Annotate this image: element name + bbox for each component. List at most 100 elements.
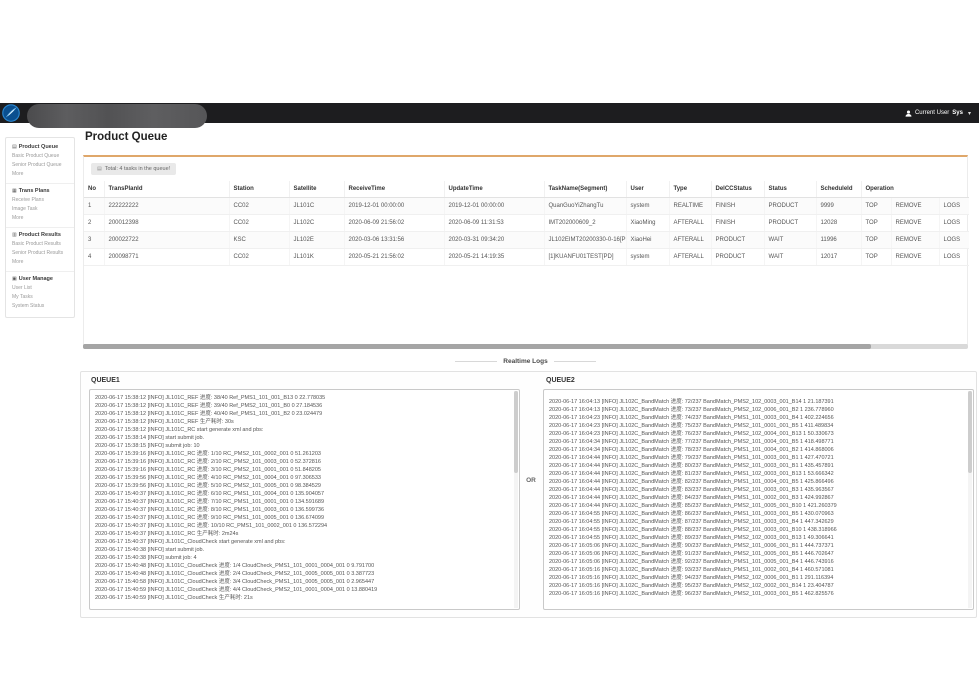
- table-body: 1222222222CC02JL101C2019-12-01 00:00:002…: [84, 198, 969, 266]
- log-line: 2020-06-17 15:40:59 [INFO] JL101C_CloudC…: [95, 586, 509, 594]
- cell-status: PRODUCT: [764, 215, 816, 232]
- sidebar-item-more[interactable]: More: [12, 259, 68, 265]
- cell-update-time: 2020-06-09 11:31:53: [444, 215, 544, 232]
- log-line: 2020-06-17 15:40:37 [INFO] JL101C_RC 进度:…: [95, 490, 509, 498]
- sidebar-section-toggle-trans-plans[interactable]: ▦Trans Plans: [12, 188, 68, 194]
- remove-link[interactable]: REMOVE: [891, 249, 939, 266]
- sidebar-section: ▣User Manage User List My Tasks System Stat…: [6, 271, 74, 315]
- logs-link[interactable]: LOGS: [939, 215, 969, 232]
- remove-link[interactable]: REMOVE: [891, 232, 939, 249]
- log-line: 2020-06-17 16:04:55 [INFO] JL102C_BandMa…: [549, 510, 963, 518]
- cell-delcc-status: FINISH: [711, 215, 764, 232]
- sidebar-section-toggle-product-results[interactable]: ▥Product Results: [12, 232, 68, 238]
- user-menu[interactable]: Current User Sys ▾: [905, 103, 971, 123]
- sidebar-item-user-list[interactable]: User List: [12, 285, 68, 291]
- queue2-scrollbar-thumb[interactable]: [968, 391, 972, 473]
- log-line: 2020-06-17 15:38:12 [INFO] JL101C_REF 生产…: [95, 418, 509, 426]
- sidebar-item-receive-plans[interactable]: Receive Plans: [12, 197, 68, 203]
- cell-no: 1: [84, 198, 104, 215]
- cell-no: 3: [84, 232, 104, 249]
- sidebar-section-title: Trans Plans: [19, 188, 50, 194]
- cell-user: XiaoHei: [626, 232, 669, 249]
- log-line: 2020-06-17 16:05:16 [INFO] JL102C_BandMa…: [549, 574, 963, 582]
- cell-satellite: JL101K: [289, 249, 344, 266]
- log-line: 2020-06-17 15:38:15 [INFO] submit job: 1…: [95, 442, 509, 450]
- cell-trans-plan-id: 200022722: [104, 232, 229, 249]
- cell-receive-time: 2019-12-01 00:00:00: [344, 198, 444, 215]
- queue2-label: QUEUE2: [546, 377, 575, 384]
- queue2-scrollbar[interactable]: [968, 391, 972, 608]
- log-line: 2020-06-17 15:39:16 [INFO] JL101C_RC 进度:…: [95, 466, 509, 474]
- top-link[interactable]: TOP: [861, 215, 891, 232]
- sidebar-item-senior-product-results[interactable]: Senior Product Results: [12, 250, 68, 256]
- top-link[interactable]: TOP: [861, 198, 891, 215]
- log-line: 2020-06-17 16:04:44 [INFO] JL102C_BandMa…: [549, 454, 963, 462]
- cell-type: AFTERALL: [669, 232, 711, 249]
- log-line: 2020-06-17 15:39:56 [INFO] JL101C_RC 进度:…: [95, 474, 509, 482]
- cell-type: AFTERALL: [669, 249, 711, 266]
- log-line: 2020-06-17 16:04:44 [INFO] JL102C_BandMa…: [549, 502, 963, 510]
- cell-station: KSC: [229, 232, 289, 249]
- app-logo-icon[interactable]: [2, 104, 20, 122]
- column-header-station: Station: [229, 181, 289, 198]
- cell-update-time: 2019-12-01 00:00:00: [444, 198, 544, 215]
- remove-link[interactable]: REMOVE: [891, 215, 939, 232]
- log-line: 2020-06-17 15:38:14 [INFO] start submit …: [95, 434, 509, 442]
- sidebar-item-basic-product-results[interactable]: Basic Product Results: [12, 241, 68, 247]
- column-header-satellite: Satellite: [289, 181, 344, 198]
- sidebar: ▤Product Queue Basic Product Queue Senior …: [5, 137, 75, 318]
- logs-link[interactable]: LOGS: [939, 198, 969, 215]
- sidebar-item-basic-product-queue[interactable]: Basic Product Queue: [12, 153, 68, 159]
- log-line: 2020-06-17 15:39:56 [INFO] JL101C_RC 进度:…: [95, 482, 509, 490]
- log-line: 2020-06-17 16:04:23 [INFO] JL102C_BandMa…: [549, 414, 963, 422]
- log-line: 2020-06-17 16:05:16 [INFO] JL102C_BandMa…: [549, 566, 963, 574]
- cell-user: system: [626, 198, 669, 215]
- logs-link[interactable]: LOGS: [939, 232, 969, 249]
- sidebar-item-more[interactable]: More: [12, 215, 68, 221]
- cell-schedule-id: 12017: [816, 249, 861, 266]
- sidebar-item-image-task[interactable]: Image Task: [12, 206, 68, 212]
- table-scrollbar-thumb[interactable]: [83, 344, 871, 349]
- product-queue-table: NoTransPlanIdStationSatelliteReceiveTime…: [84, 181, 969, 266]
- log-line: 2020-06-17 16:05:06 [INFO] JL102C_BandMa…: [549, 550, 963, 558]
- log-line: 2020-06-17 15:40:58 [INFO] JL101C_CloudC…: [95, 578, 509, 586]
- sidebar-section-toggle-product-queue[interactable]: ▤Product Queue: [12, 144, 68, 150]
- column-header-scheduleid: ScheduleId: [816, 181, 861, 198]
- sidebar-section-toggle-user-manage[interactable]: ▣User Manage: [12, 276, 68, 282]
- sidebar-item-system-status[interactable]: System Status: [12, 303, 68, 309]
- logs-link[interactable]: LOGS: [939, 249, 969, 266]
- table-horizontal-scrollbar[interactable]: [83, 344, 968, 349]
- queue1-scrollbar[interactable]: [514, 391, 518, 608]
- cell-schedule-id: 11996: [816, 232, 861, 249]
- log-line: 2020-06-17 16:04:34 [INFO] JL102C_BandMa…: [549, 446, 963, 454]
- navbar-brand-redacted: [27, 104, 207, 128]
- page: Current User Sys ▾ ▤Product Queue Basic P…: [0, 0, 979, 695]
- log-line: 2020-06-17 15:38:12 [INFO] JL101C_REF 进度…: [95, 402, 509, 410]
- log-line: 2020-06-17 15:40:38 [INFO] submit job: 4: [95, 554, 509, 562]
- sidebar-item-senior-product-queue[interactable]: Senior Product Queue: [12, 162, 68, 168]
- log-line: 2020-06-17 16:04:44 [INFO] JL102C_BandMa…: [549, 494, 963, 502]
- log-line: 2020-06-17 15:40:38 [INFO] start submit …: [95, 546, 509, 554]
- cell-satellite: JL101C: [289, 198, 344, 215]
- sidebar-section: ▦Trans Plans Receive Plans Image Task More: [6, 183, 74, 227]
- cell-satellite: JL102C: [289, 215, 344, 232]
- log-line: 2020-06-17 16:04:13 [INFO] JL102C_BandMa…: [549, 406, 963, 414]
- page-title: Product Queue: [85, 131, 167, 143]
- cell-trans-plan-id: 222222222: [104, 198, 229, 215]
- top-link[interactable]: TOP: [861, 249, 891, 266]
- cell-update-time: 2020-05-21 14:19:35: [444, 249, 544, 266]
- cell-task-name: [1]KUANFU01TEST[PD]: [544, 249, 626, 266]
- file-icon: ▥: [12, 232, 17, 238]
- cell-station: CC02: [229, 215, 289, 232]
- sidebar-section-title: Product Results: [19, 232, 61, 238]
- sidebar-item-my-tasks[interactable]: My Tasks: [12, 294, 68, 300]
- top-link[interactable]: TOP: [861, 232, 891, 249]
- column-header-receivetime: ReceiveTime: [344, 181, 444, 198]
- sidebar-item-more[interactable]: More: [12, 171, 68, 177]
- remove-link[interactable]: REMOVE: [891, 198, 939, 215]
- column-header-user: User: [626, 181, 669, 198]
- column-header-delccstatus: DelCCStatus: [711, 181, 764, 198]
- log-line: 2020-06-17 15:39:16 [INFO] JL101C_RC 进度:…: [95, 458, 509, 466]
- cell-receive-time: 2020-05-21 21:56:02: [344, 249, 444, 266]
- queue1-scrollbar-thumb[interactable]: [514, 391, 518, 473]
